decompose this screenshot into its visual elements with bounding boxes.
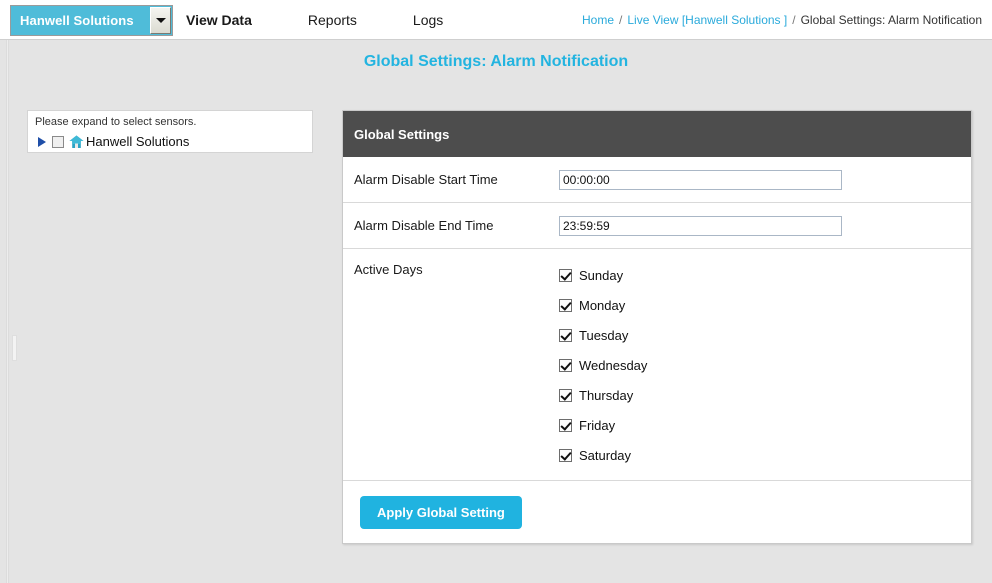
- nav-item-view-data[interactable]: View Data: [186, 12, 252, 28]
- alarm-disable-start-time-input[interactable]: [559, 170, 842, 190]
- caret-down-glyph: [156, 18, 166, 23]
- day-item-friday[interactable]: Friday: [559, 410, 647, 440]
- alarm-disable-end-time-input[interactable]: [559, 216, 842, 236]
- site-selector-dropdown[interactable]: Hanwell Solutions: [10, 5, 173, 36]
- day-label-tuesday[interactable]: Tuesday: [579, 328, 628, 343]
- page-title: Global Settings: Alarm Notification: [0, 53, 992, 71]
- panel-header-title: Global Settings: [354, 127, 449, 142]
- day-label-saturday[interactable]: Saturday: [579, 448, 631, 463]
- day-item-saturday[interactable]: Saturday: [559, 440, 647, 470]
- sensor-tree-panel: Please expand to select sensors. Hanwell…: [27, 110, 313, 153]
- sidebar-collapse-handle[interactable]: [6, 40, 9, 583]
- day-label-monday[interactable]: Monday: [579, 298, 625, 313]
- day-checkbox-wednesday[interactable]: [559, 359, 572, 372]
- day-item-wednesday[interactable]: Wednesday: [559, 350, 647, 380]
- panel-header: Global Settings: [343, 111, 971, 157]
- day-item-thursday[interactable]: Thursday: [559, 380, 647, 410]
- site-selector-label: Hanwell Solutions: [11, 13, 134, 28]
- active-days-checkbox-list: Sunday Monday Tuesday Wednesday Thursday…: [559, 258, 647, 470]
- home-icon: [69, 135, 84, 149]
- form-row-end-time: Alarm Disable End Time: [343, 203, 971, 249]
- collapse-handle-grip[interactable]: [12, 335, 17, 361]
- day-label-friday[interactable]: Friday: [579, 418, 615, 433]
- nav-item-logs[interactable]: Logs: [413, 12, 443, 28]
- alarm-disable-start-time-label: Alarm Disable Start Time: [343, 172, 559, 187]
- day-checkbox-tuesday[interactable]: [559, 329, 572, 342]
- caret-down-icon[interactable]: [150, 7, 171, 34]
- day-label-sunday[interactable]: Sunday: [579, 268, 623, 283]
- breadcrumb-item-live-view[interactable]: Live View [Hanwell Solutions ]: [627, 13, 787, 27]
- day-item-tuesday[interactable]: Tuesday: [559, 320, 647, 350]
- alarm-disable-end-time-label: Alarm Disable End Time: [343, 218, 559, 233]
- apply-global-setting-button[interactable]: Apply Global Setting: [360, 496, 522, 529]
- form-row-active-days: Active Days Sunday Monday Tuesday Wednes…: [343, 249, 971, 481]
- breadcrumb-item-home[interactable]: Home: [582, 13, 614, 27]
- top-header-bar: Hanwell Solutions View Data Reports Logs…: [0, 0, 992, 40]
- tree-node-label[interactable]: Hanwell Solutions: [86, 134, 189, 149]
- day-checkbox-monday[interactable]: [559, 299, 572, 312]
- breadcrumb-separator: /: [619, 13, 622, 27]
- triangle-right-icon[interactable]: [35, 137, 49, 147]
- day-checkbox-thursday[interactable]: [559, 389, 572, 402]
- day-checkbox-friday[interactable]: [559, 419, 572, 432]
- global-settings-panel: Global Settings Alarm Disable Start Time…: [342, 110, 972, 544]
- breadcrumb-separator: /: [792, 13, 795, 27]
- sensor-tree-hint: Please expand to select sensors.: [35, 116, 305, 129]
- tree-node-hanwell-solutions[interactable]: Hanwell Solutions: [35, 132, 305, 151]
- triangle-right-glyph: [38, 137, 46, 147]
- panel-actions: Apply Global Setting: [343, 481, 971, 543]
- form-row-start-time: Alarm Disable Start Time: [343, 157, 971, 203]
- day-label-thursday[interactable]: Thursday: [579, 388, 633, 403]
- day-item-sunday[interactable]: Sunday: [559, 260, 647, 290]
- active-days-label: Active Days: [343, 258, 559, 277]
- nav-item-reports[interactable]: Reports: [308, 12, 357, 28]
- day-label-wednesday[interactable]: Wednesday: [579, 358, 647, 373]
- day-checkbox-sunday[interactable]: [559, 269, 572, 282]
- breadcrumb: Home / Live View [Hanwell Solutions ] / …: [582, 0, 982, 40]
- main-nav: View Data Reports Logs: [186, 0, 499, 40]
- tree-node-checkbox[interactable]: [52, 136, 64, 148]
- breadcrumb-item-current: Global Settings: Alarm Notification: [801, 13, 982, 27]
- day-item-monday[interactable]: Monday: [559, 290, 647, 320]
- day-checkbox-saturday[interactable]: [559, 449, 572, 462]
